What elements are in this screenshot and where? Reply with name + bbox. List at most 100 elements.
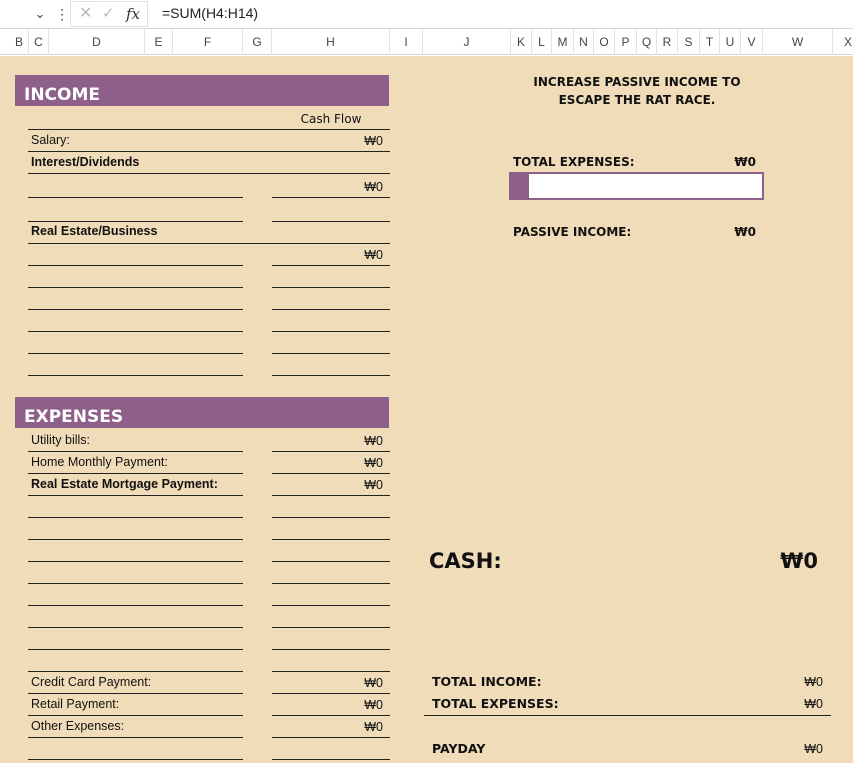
input-line[interactable] — [272, 671, 390, 672]
column-header-m[interactable]: M — [552, 29, 574, 55]
column-header-t[interactable]: T — [700, 29, 720, 55]
input-line[interactable] — [28, 517, 243, 518]
input-line[interactable] — [28, 649, 243, 650]
divider — [28, 737, 243, 738]
headline-line-1: INCREASE PASSIVE INCOME TO — [533, 75, 741, 89]
input-line[interactable] — [28, 353, 243, 354]
panel-passive-income-label: PASSIVE INCOME: — [513, 225, 632, 239]
input-line[interactable] — [272, 221, 390, 222]
home-monthly-payment-value[interactable]: ₩0 — [300, 455, 383, 471]
summary-total-expenses-value: ₩0 — [804, 697, 823, 711]
divider — [28, 243, 390, 244]
name-box-dropdown-icon[interactable]: ⌄ — [30, 4, 50, 24]
input-line[interactable] — [272, 265, 390, 266]
input-line[interactable] — [272, 627, 390, 628]
divider — [28, 129, 390, 130]
real-estate-business-label: Real Estate/Business — [31, 224, 158, 238]
input-line[interactable] — [28, 539, 243, 540]
input-line[interactable] — [28, 605, 243, 606]
column-header-w[interactable]: W — [763, 29, 833, 55]
income-header: INCOME — [15, 75, 389, 108]
input-line[interactable] — [28, 309, 243, 310]
column-header-g[interactable]: G — [243, 29, 272, 55]
utility-bills-label: Utility bills: — [31, 433, 91, 447]
input-line[interactable] — [28, 583, 243, 584]
input-line[interactable] — [272, 331, 390, 332]
column-header-p[interactable]: P — [615, 29, 637, 55]
more-options-icon[interactable]: ⋮ — [55, 4, 69, 24]
input-line[interactable] — [272, 287, 390, 288]
mortgage-payment-value[interactable]: ₩0 — [300, 477, 383, 493]
cancel-icon[interactable]: ✕ — [79, 5, 92, 23]
payday-label: PAYDAY — [432, 741, 486, 756]
input-line[interactable] — [272, 353, 390, 354]
retail-payment-label: Retail Payment: — [31, 697, 120, 711]
input-line[interactable] — [272, 649, 390, 650]
column-header-h[interactable]: H — [272, 29, 390, 55]
panel-passive-income-value: ₩0 — [734, 225, 756, 239]
column-header-i[interactable]: I — [390, 29, 423, 55]
credit-card-payment-label: Credit Card Payment: — [31, 675, 152, 689]
column-header-f[interactable]: F — [173, 29, 243, 55]
insert-function-icon[interactable]: fx — [126, 4, 140, 24]
column-header-l[interactable]: L — [532, 29, 552, 55]
divider — [28, 473, 243, 474]
interest-dividends-value[interactable]: ₩0 — [300, 179, 383, 195]
input-line[interactable] — [28, 221, 243, 222]
real-estate-business-value[interactable]: ₩0 — [300, 247, 383, 263]
column-header-d[interactable]: D — [49, 29, 145, 55]
input-line[interactable] — [28, 627, 243, 628]
other-expenses-value[interactable]: ₩0 — [300, 719, 383, 735]
divider — [28, 495, 243, 496]
input-line[interactable] — [28, 671, 243, 672]
input-line[interactable] — [28, 561, 243, 562]
input-line[interactable] — [28, 287, 243, 288]
formula-input[interactable]: =SUM(H4:H14) — [162, 4, 258, 22]
formula-bar: ⌄ ⋮ ✕ ✓ fx =SUM(H4:H14) — [0, 0, 853, 29]
credit-card-payment-value[interactable]: ₩0 — [300, 675, 383, 691]
input-line[interactable] — [28, 331, 243, 332]
summary-total-income-value: ₩0 — [804, 675, 823, 689]
input-line[interactable] — [272, 197, 390, 198]
input-line[interactable] — [272, 309, 390, 310]
retail-payment-value[interactable]: ₩0 — [300, 697, 383, 713]
enter-checkmark-icon[interactable]: ✓ — [102, 5, 115, 23]
column-header-x[interactable]: X — [833, 29, 853, 55]
input-line[interactable] — [272, 561, 390, 562]
divider — [272, 473, 390, 474]
input-line[interactable] — [272, 517, 390, 518]
column-header-j[interactable]: J — [423, 29, 511, 55]
salary-label: Salary: — [31, 133, 70, 147]
column-header-b[interactable]: B — [10, 29, 29, 55]
column-header-e[interactable]: E — [145, 29, 173, 55]
cash-flow-header: Cash Flow — [300, 112, 362, 126]
headline-line-2: ESCAPE THE RAT RACE. — [558, 93, 716, 107]
payday-value: ₩0 — [804, 742, 823, 756]
salary-value[interactable]: ₩0 — [300, 133, 383, 149]
input-line[interactable] — [28, 759, 243, 760]
panel-total-expenses-label: TOTAL EXPENSES: — [513, 155, 635, 169]
divider — [272, 715, 390, 716]
column-header-s[interactable]: S — [678, 29, 700, 55]
column-header-u[interactable]: U — [720, 29, 741, 55]
column-headers: B C D E F G H I J K L M N O P Q R S T U … — [0, 29, 853, 55]
input-line[interactable] — [272, 759, 390, 760]
column-header-r[interactable]: R — [657, 29, 678, 55]
input-line[interactable] — [272, 539, 390, 540]
column-header-q[interactable]: Q — [637, 29, 657, 55]
input-line[interactable] — [28, 197, 243, 198]
divider — [28, 151, 390, 152]
input-line[interactable] — [272, 375, 390, 376]
column-header-v[interactable]: V — [741, 29, 763, 55]
input-line[interactable] — [272, 605, 390, 606]
divider — [272, 451, 390, 452]
column-header-o[interactable]: O — [594, 29, 615, 55]
column-header-c[interactable]: C — [29, 29, 49, 55]
input-line[interactable] — [28, 375, 243, 376]
utility-bills-value[interactable]: ₩0 — [300, 433, 383, 449]
column-header-n[interactable]: N — [574, 29, 594, 55]
input-line[interactable] — [28, 265, 243, 266]
input-line[interactable] — [272, 583, 390, 584]
column-header-k[interactable]: K — [511, 29, 532, 55]
cash-value: ₩0 — [780, 549, 818, 573]
